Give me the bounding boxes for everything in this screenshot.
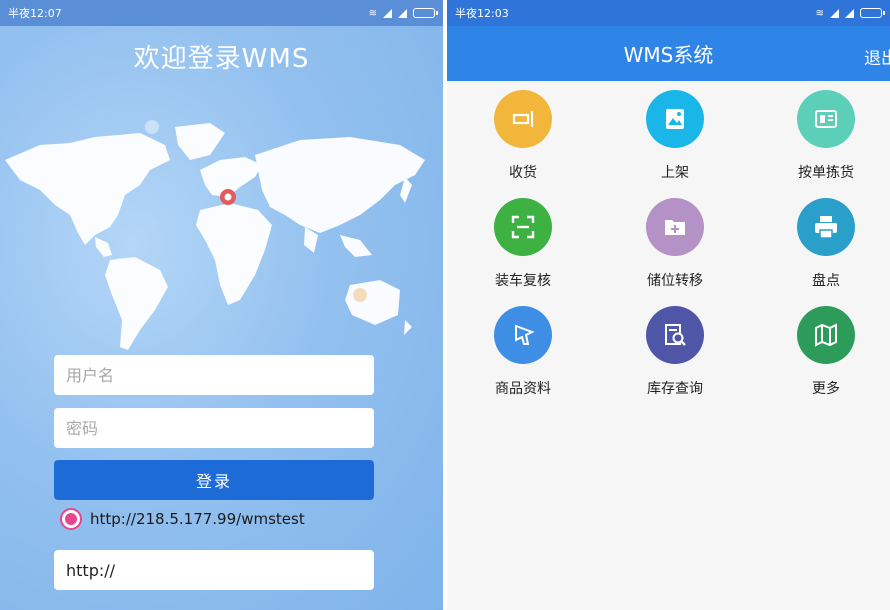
receive-icon — [494, 90, 552, 148]
tile-label: 商品资料 — [495, 381, 551, 397]
tile-label: 上架 — [661, 165, 689, 181]
tile-location-transfer[interactable]: 储位转移 — [601, 198, 749, 304]
password-input[interactable] — [54, 408, 374, 448]
status-icons: ≋ — [368, 7, 438, 19]
tile-inventory-query[interactable]: 库存查询 — [601, 306, 749, 412]
logout-button[interactable]: 退出 — [864, 44, 890, 69]
server-url-input[interactable] — [54, 550, 374, 590]
tile-stocktake[interactable]: 盘点 — [752, 198, 890, 304]
wifi-icon: ≋ — [368, 7, 377, 19]
product-info-icon — [494, 306, 552, 364]
world-map-illustration — [5, 120, 425, 350]
load-check-icon — [494, 198, 552, 256]
location-pin-icon — [220, 189, 236, 205]
tile-label: 盘点 — [812, 273, 840, 289]
login-screen: 半夜12:07 ≋ 欢迎登录WMS 用户名 登录 http://218.5.17… — [0, 0, 443, 610]
home-screen: 半夜12:03 ≋ WMS系统 退出 收货 上架 按单拣货 装车复核 储位转移 … — [447, 0, 890, 610]
tile-shelve[interactable]: 上架 — [601, 90, 749, 196]
server-option-label: http://218.5.177.99/wmstest — [90, 510, 305, 528]
signal-icon — [383, 8, 392, 18]
signal-icon — [398, 8, 407, 18]
username-input[interactable] — [54, 355, 374, 395]
inventory-query-icon — [646, 306, 704, 364]
wifi-icon: ≋ — [815, 7, 824, 19]
tile-load-check[interactable]: 装车复核 — [449, 198, 597, 304]
status-time: 半夜12:07 — [8, 7, 62, 20]
tile-label: 更多 — [812, 381, 840, 397]
page-title: 欢迎登录WMS — [133, 44, 310, 74]
tile-label: 按单拣货 — [798, 165, 854, 181]
tile-label: 装车复核 — [495, 273, 551, 289]
stocktake-icon — [797, 198, 855, 256]
battery-icon — [413, 8, 438, 18]
location-transfer-icon — [646, 198, 704, 256]
radio-selected-icon[interactable] — [60, 508, 82, 530]
tile-pick-order[interactable]: 按单拣货 — [752, 90, 890, 196]
status-bar: 半夜12:07 ≋ — [0, 0, 443, 26]
app-title: WMS系统 — [623, 43, 714, 67]
status-bar: 半夜12:03 ≋ — [447, 0, 890, 26]
shelve-icon — [646, 90, 704, 148]
app-bar: WMS系统 退出 — [447, 26, 890, 81]
tile-label: 收货 — [509, 165, 537, 181]
tile-label: 储位转移 — [647, 273, 703, 289]
signal-icon — [845, 8, 854, 18]
server-option[interactable]: http://218.5.177.99/wmstest — [60, 508, 305, 530]
tile-product-info[interactable]: 商品资料 — [449, 306, 597, 412]
status-icons: ≋ — [815, 7, 885, 19]
more-icon — [797, 306, 855, 364]
status-time: 半夜12:03 — [455, 7, 509, 20]
tile-receive[interactable]: 收货 — [449, 90, 597, 196]
tile-label: 库存查询 — [647, 381, 703, 397]
signal-icon — [830, 8, 839, 18]
pick-order-icon — [797, 90, 855, 148]
tile-more[interactable]: 更多 — [752, 306, 890, 412]
login-button[interactable]: 登录 — [54, 460, 374, 500]
battery-icon — [860, 8, 885, 18]
